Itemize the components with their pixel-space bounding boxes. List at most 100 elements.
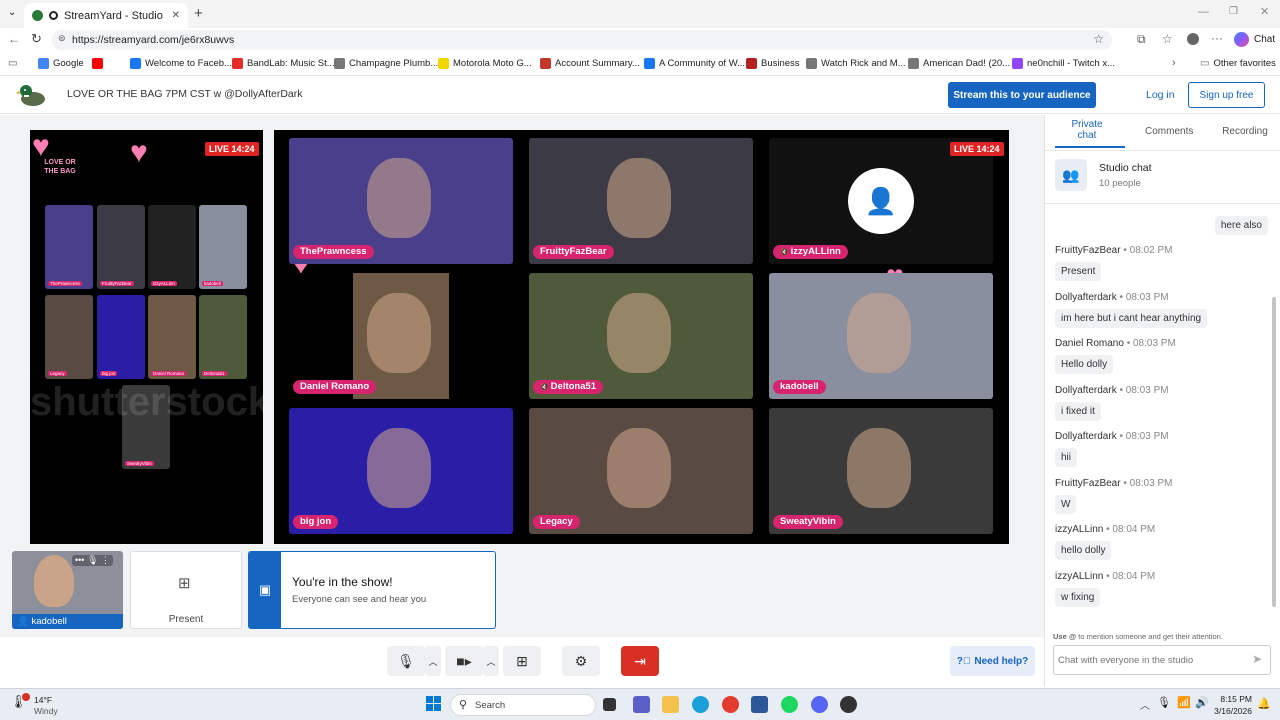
- favorite-site-icon: [334, 58, 345, 69]
- tab-private-chat[interactable]: Private chat: [1065, 119, 1109, 141]
- spotify-icon[interactable]: [781, 696, 798, 713]
- participant-name: izzyALLinn: [790, 246, 841, 257]
- participant-video: [607, 158, 671, 238]
- mic-button[interactable]: 🎙: [387, 646, 425, 676]
- leave-studio-button[interactable]: ⇥: [621, 646, 659, 676]
- message-author: Daniel Romano: [1055, 338, 1124, 349]
- profile-icon[interactable]: [1187, 33, 1199, 45]
- login-link[interactable]: Log in: [1146, 89, 1175, 101]
- discord-icon[interactable]: [811, 696, 828, 713]
- system-tray-chevron-icon[interactable]: ︿: [1140, 697, 1150, 712]
- self-tile-options-icon[interactable]: ••• 🎙 ⋮: [72, 555, 113, 566]
- participant-tile[interactable]: Legacy: [529, 408, 753, 534]
- favorites-bar: ▭ Google Welcome to Faceb... BandLab: Musi…: [0, 54, 1280, 76]
- settings-button[interactable]: ⚙: [562, 646, 600, 676]
- present-tile[interactable]: ⊞ Present: [130, 551, 242, 629]
- browser-tab[interactable]: StreamYard - Studio ✕: [24, 3, 188, 28]
- new-tab-icon[interactable]: +: [194, 5, 203, 22]
- more-menu-icon[interactable]: ···: [1211, 31, 1223, 45]
- taskbar-search[interactable]: ⚲ Search: [450, 694, 596, 716]
- tab-close-icon[interactable]: ✕: [172, 10, 180, 21]
- tab-list-chevron-icon[interactable]: ⌄: [8, 7, 16, 18]
- chat-label[interactable]: Chat: [1254, 34, 1275, 45]
- tab-recording[interactable]: Recording: [1219, 126, 1271, 137]
- favorite-item[interactable]: Watch Rick and M...: [806, 58, 906, 69]
- back-icon[interactable]: ←: [8, 32, 20, 46]
- favorite-item[interactable]: ne0nchill - Twitch x...: [1012, 58, 1115, 69]
- scrollbar-thumb[interactable]: [1272, 297, 1276, 607]
- extensions-icon[interactable]: ⧉: [1137, 32, 1146, 47]
- minimize-icon[interactable]: —: [1198, 6, 1209, 18]
- preview-participant-tile: kadobell: [199, 205, 247, 289]
- camera-button[interactable]: ■▸: [445, 646, 483, 676]
- need-help-label: Need help?: [974, 655, 1029, 667]
- app-icon[interactable]: [840, 696, 857, 713]
- in-show-icon: ▣: [249, 552, 281, 628]
- tray-mic-icon[interactable]: 🎙: [1157, 696, 1171, 709]
- favorite-star-icon[interactable]: ☆: [1093, 32, 1104, 46]
- favorite-label: Watch Rick and M...: [821, 58, 906, 69]
- participant-tile[interactable]: SweatyVibin: [769, 408, 993, 534]
- clock-time[interactable]: 8:15 PM: [1214, 694, 1252, 704]
- clock-date[interactable]: 3/16/2026: [1206, 706, 1252, 716]
- favorite-item[interactable]: American Dad! (20...: [908, 58, 1010, 69]
- participant-tile[interactable]: Daniel Romano: [289, 273, 513, 399]
- stream-preview: ♥ ♥ LOVE OR THE BAG LIVE 14:24 ThePrawnc…: [30, 130, 270, 544]
- chat-message: FruittyFazBear • 08:02 PM Present: [1055, 245, 1172, 281]
- favorite-item[interactable]: Google: [38, 58, 84, 69]
- share-screen-button[interactable]: ⊞: [503, 646, 541, 676]
- participant-tile[interactable]: FruittyFazBear: [529, 138, 753, 264]
- url-field[interactable]: ⊜ https://streamyard.com/je6rx8uwvs ☆: [52, 30, 1112, 50]
- other-favorites[interactable]: ▭ Other favorites: [1200, 58, 1276, 69]
- favorite-item[interactable]: Welcome to Faceb...: [130, 58, 232, 69]
- favorite-item[interactable]: Business: [746, 58, 800, 69]
- copilot-icon[interactable]: [1234, 32, 1249, 47]
- favorite-item[interactable]: Account Summary...: [540, 58, 640, 69]
- wifi-icon[interactable]: 📶: [1177, 696, 1191, 709]
- edge-icon[interactable]: [692, 696, 709, 713]
- participant-name: Deltona51: [550, 381, 597, 392]
- participant-tile[interactable]: big jon: [289, 408, 513, 534]
- site-info-icon[interactable]: ⊜: [58, 33, 66, 44]
- chat-message: izzyALLinn • 08:04 PM w fixing: [1055, 571, 1155, 607]
- camera-options-button[interactable]: ︿: [483, 646, 499, 676]
- window-close-icon[interactable]: ✕: [1260, 5, 1269, 18]
- participant-name: Daniel Romano: [300, 381, 370, 392]
- participant-tile[interactable]: ThePrawncess: [289, 138, 513, 264]
- notification-bell-icon[interactable]: 🔔: [1257, 697, 1271, 710]
- signup-button[interactable]: Sign up free: [1188, 82, 1265, 108]
- participant-name: Legacy: [540, 516, 573, 527]
- task-view-icon[interactable]: [603, 698, 616, 711]
- reload-icon[interactable]: ↻: [31, 31, 42, 47]
- teams-icon[interactable]: [633, 696, 650, 713]
- favorite-item[interactable]: BandLab: Music St...: [232, 58, 335, 69]
- sidebar-toggle-icon[interactable]: ▭: [8, 58, 17, 69]
- stream-to-audience-button[interactable]: Stream this to your audience: [948, 82, 1096, 108]
- send-icon[interactable]: ➤: [1252, 652, 1262, 666]
- participant-tile[interactable]: kadobell: [769, 273, 993, 399]
- mic-options-button[interactable]: ︿: [425, 646, 441, 676]
- chat-bubble: w fixing: [1055, 587, 1101, 607]
- participant-tile[interactable]: 👤 🔇 izzyALLinn: [769, 138, 993, 264]
- favorite-item[interactable]: Champagne Plumb...: [334, 58, 438, 69]
- favorite-item[interactable]: [92, 58, 107, 69]
- favorites-overflow-icon[interactable]: ›: [1172, 57, 1176, 69]
- windows-start-icon[interactable]: [426, 696, 441, 711]
- message-author: izzyALLinn: [1055, 524, 1104, 535]
- favorites-icon[interactable]: ☆: [1162, 32, 1173, 46]
- chat-input[interactable]: [1058, 650, 1238, 670]
- favorite-item[interactable]: A Community of W...: [644, 58, 745, 69]
- chat-scrollbar[interactable]: [1271, 205, 1277, 615]
- need-help-button[interactable]: ?⃝ Need help?: [950, 646, 1035, 676]
- tab-comments[interactable]: Comments: [1145, 126, 1193, 137]
- participant-tile[interactable]: 🔇 Deltona51: [529, 273, 753, 399]
- favorite-item[interactable]: Motorola Moto G...: [438, 58, 532, 69]
- chrome-icon[interactable]: [722, 696, 739, 713]
- file-explorer-icon[interactable]: [662, 696, 679, 713]
- restore-icon[interactable]: ❐: [1229, 6, 1238, 17]
- self-camera-tile[interactable]: ••• 🎙 ⋮ 👤 kadobell: [12, 551, 123, 629]
- streamyard-duck-logo-icon[interactable]: [16, 82, 46, 108]
- store-icon[interactable]: [751, 696, 768, 713]
- mic-icon: 🎙: [397, 652, 415, 669]
- participant-name-tag: ThePrawncess: [293, 245, 374, 259]
